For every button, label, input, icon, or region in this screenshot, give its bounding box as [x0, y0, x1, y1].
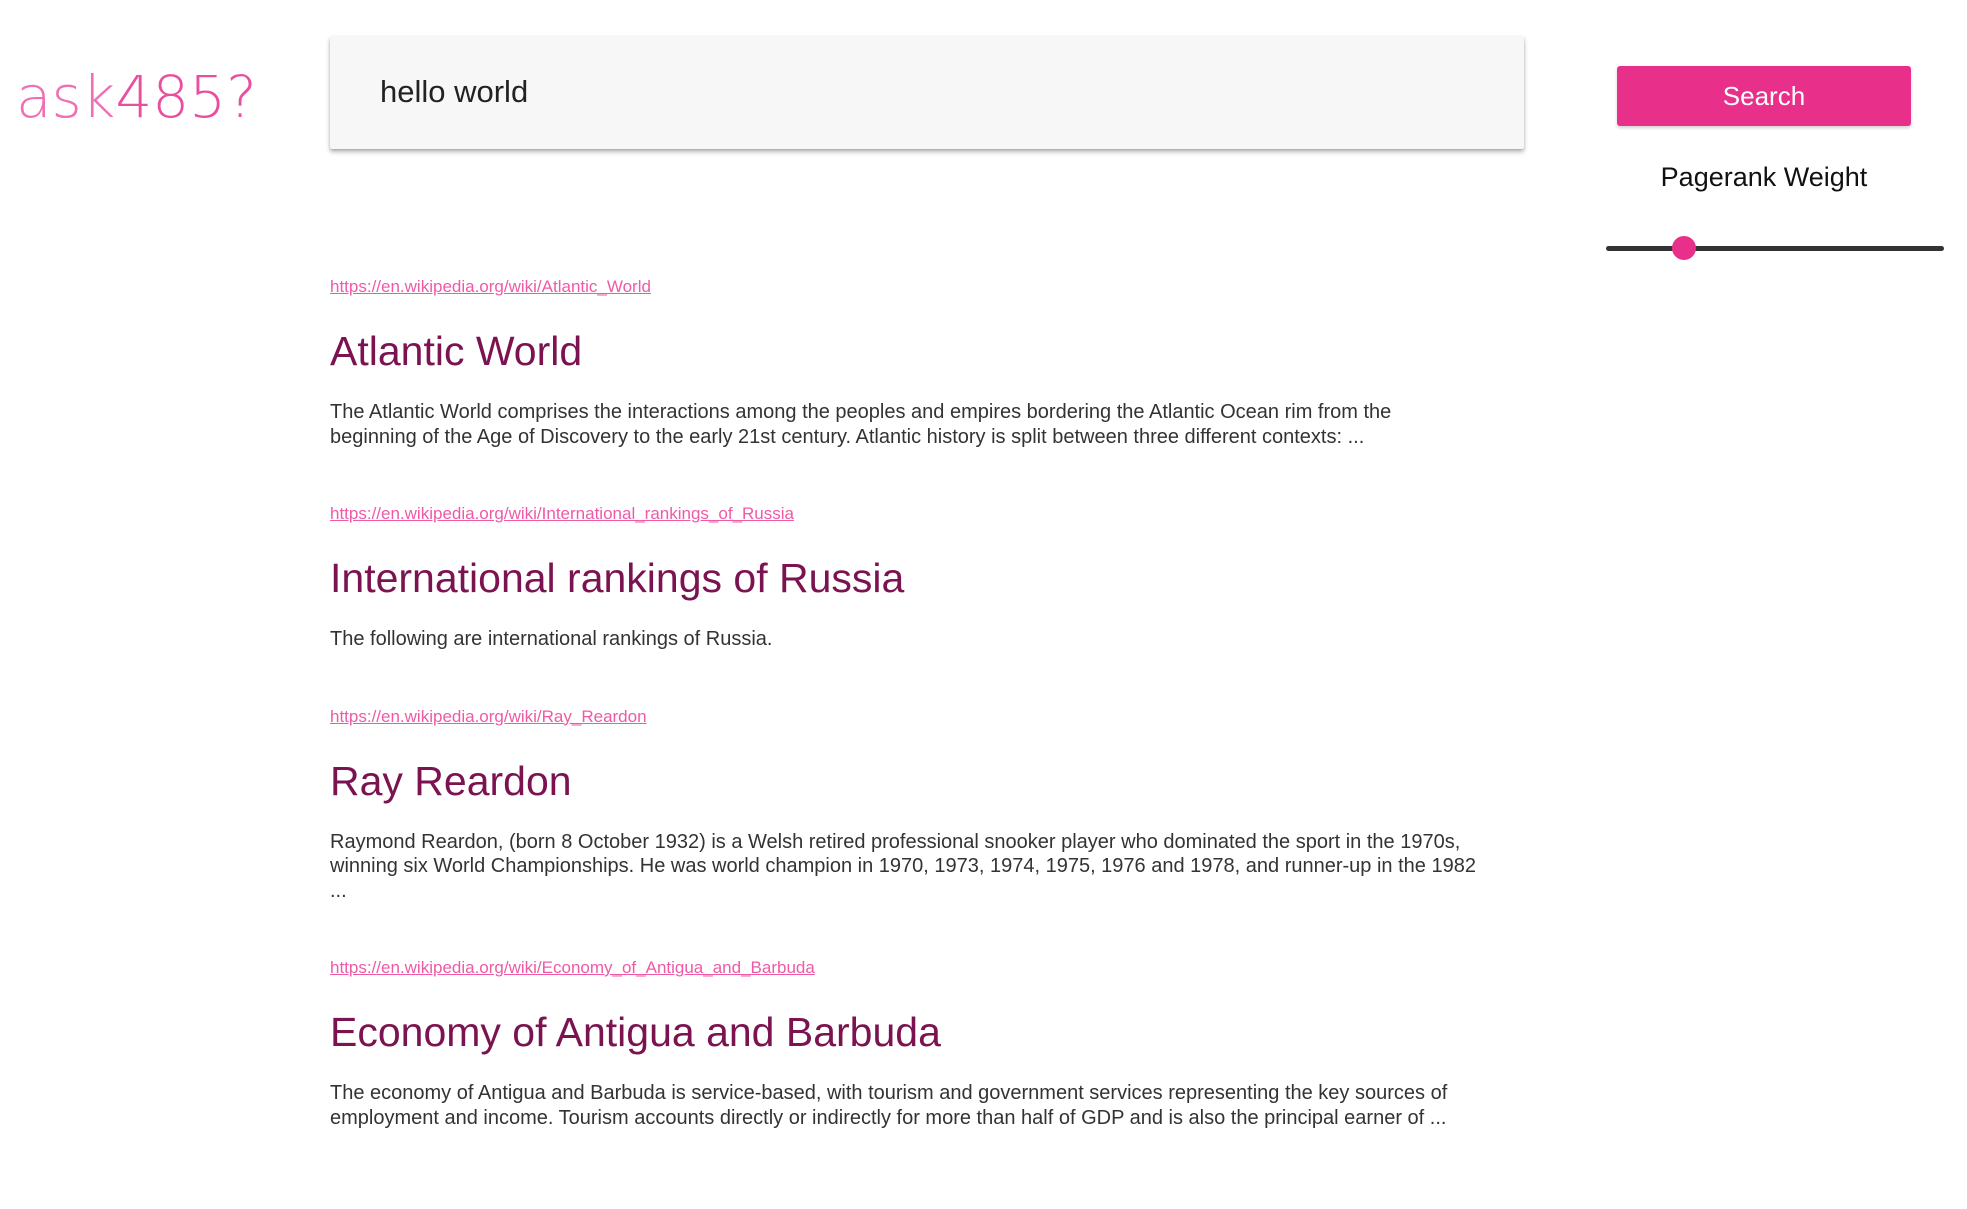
- result-url-link[interactable]: https://en.wikipedia.org/wiki/Internatio…: [330, 499, 1480, 529]
- search-result: https://en.wikipedia.org/wiki/Ray_Reardo…: [330, 702, 1480, 904]
- result-snippet: The following are international rankings…: [330, 628, 773, 650]
- pagerank-weight-label: Pagerank Weight: [1660, 162, 1868, 192]
- search-input[interactable]: [378, 66, 1482, 118]
- search-result: https://en.wikipedia.org/wiki/Atlantic_W…: [330, 272, 1480, 449]
- result-snippet: The economy of Antigua and Barbuda is se…: [330, 1082, 1448, 1129]
- slider-track[interactable]: [1606, 246, 1944, 251]
- pagerank-weight-slider[interactable]: [1606, 236, 1944, 266]
- slider-thumb[interactable]: [1671, 236, 1696, 260]
- app-logo[interactable]: ask485?: [16, 62, 257, 132]
- search-result: https://en.wikipedia.org/wiki/Economy_of…: [330, 953, 1480, 1130]
- logo-text-ask: ask: [16, 63, 116, 131]
- search-box[interactable]: [330, 36, 1524, 149]
- result-title[interactable]: Ray Reardon: [330, 756, 1480, 806]
- result-url-link[interactable]: https://en.wikipedia.org/wiki/Atlantic_W…: [330, 272, 1480, 302]
- search-result: https://en.wikipedia.org/wiki/Internatio…: [330, 499, 1480, 652]
- result-snippet: Raymond Reardon, (born 8 October 1932) i…: [330, 830, 1476, 902]
- search-page: ask485? Search Pagerank Weight https://e…: [0, 0, 1967, 1209]
- result-url-link[interactable]: https://en.wikipedia.org/wiki/Ray_Reardo…: [330, 702, 1480, 732]
- result-title[interactable]: International rankings of Russia: [330, 553, 1480, 603]
- result-url-link[interactable]: https://en.wikipedia.org/wiki/Economy_of…: [330, 953, 1480, 983]
- result-title[interactable]: Atlantic World: [330, 326, 1480, 376]
- result-snippet: The Atlantic World comprises the interac…: [330, 401, 1392, 448]
- logo-text-485: 485?: [115, 63, 257, 131]
- search-results: https://en.wikipedia.org/wiki/Atlantic_W…: [330, 272, 1480, 1130]
- search-button[interactable]: Search: [1617, 66, 1911, 126]
- result-title[interactable]: Economy of Antigua and Barbuda: [330, 1007, 1480, 1057]
